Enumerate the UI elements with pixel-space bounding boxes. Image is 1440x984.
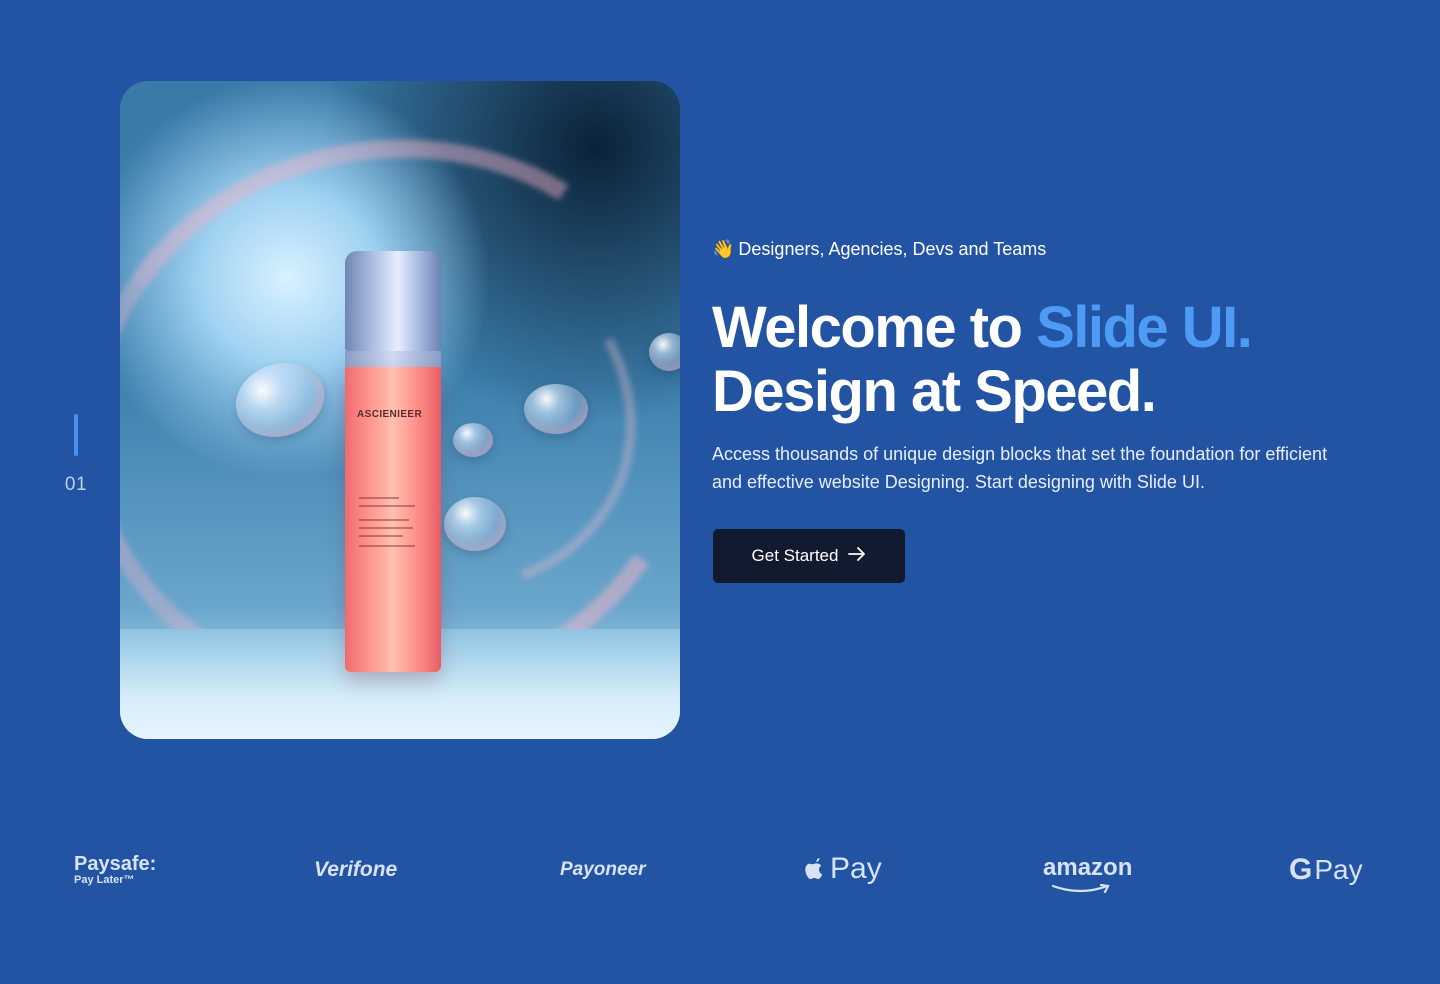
google-pay-text: Pay: [1314, 854, 1363, 885]
hero-product-image: ASCIENIEER: [120, 81, 680, 739]
google-g-icon: G: [1289, 853, 1313, 886]
bottle-brand-label: ASCIENIEER: [357, 409, 423, 420]
amazon-smile-icon: [1051, 884, 1110, 894]
apple-pay-text: Pay: [830, 852, 882, 885]
water-drop: [524, 384, 588, 434]
headline-accent: Slide UI.: [1036, 295, 1253, 360]
get-started-label: Get Started: [751, 546, 839, 565]
hero-headline: Welcome to Slide UI. Design at Speed.: [712, 295, 1253, 424]
bottle-label-line: [359, 505, 415, 507]
bottle-label-line: [359, 497, 399, 499]
verifone-logo: Verifone: [314, 858, 398, 881]
apple-icon: [805, 858, 823, 879]
hero-tagline: 👋 Designers, Agencies, Devs and Teams: [712, 239, 1046, 260]
bottle-label-line: [359, 535, 403, 537]
slide-indicator-bar: [74, 414, 78, 456]
bottle-label-line: [359, 545, 415, 547]
bottle-neck: [345, 351, 441, 367]
partner-logos: Paysafe: Pay Later™ Verifone Payoneer Pa…: [0, 840, 1440, 900]
hero-tagline-text: Designers, Agencies, Devs and Teams: [738, 239, 1047, 259]
payoneer-logo: Payoneer: [560, 859, 646, 880]
bottle-label-line: [359, 527, 413, 529]
paysafe-logo-sub: Pay Later™: [74, 874, 135, 886]
hero-description: Access thousands of unique design blocks…: [712, 444, 1328, 492]
serum-bottle: ASCIENIEER: [345, 251, 441, 672]
headline-part1: Welcome to: [712, 295, 1037, 360]
amazon-logo: amazon: [1043, 854, 1133, 894]
water-drop: [453, 423, 493, 457]
bottle-body: ASCIENIEER: [345, 367, 441, 672]
paysafe-logo: Paysafe: Pay Later™: [74, 854, 156, 886]
google-pay-logo: G Pay: [1289, 853, 1363, 887]
headline-line2: Design at Speed.: [712, 359, 1157, 424]
amazon-text: amazon: [1043, 854, 1133, 881]
water-drop: [444, 497, 506, 551]
slide-number: 01: [64, 474, 88, 495]
bottle-cap: [345, 251, 441, 351]
arrow-right-icon: [848, 546, 866, 566]
get-started-button[interactable]: Get Started: [713, 529, 905, 583]
bottle-label-line: [359, 519, 409, 521]
apple-pay-logo: Pay: [804, 852, 882, 886]
waving-hand-icon: 👋: [712, 239, 735, 259]
paysafe-logo-main: Paysafe:: [74, 853, 157, 875]
